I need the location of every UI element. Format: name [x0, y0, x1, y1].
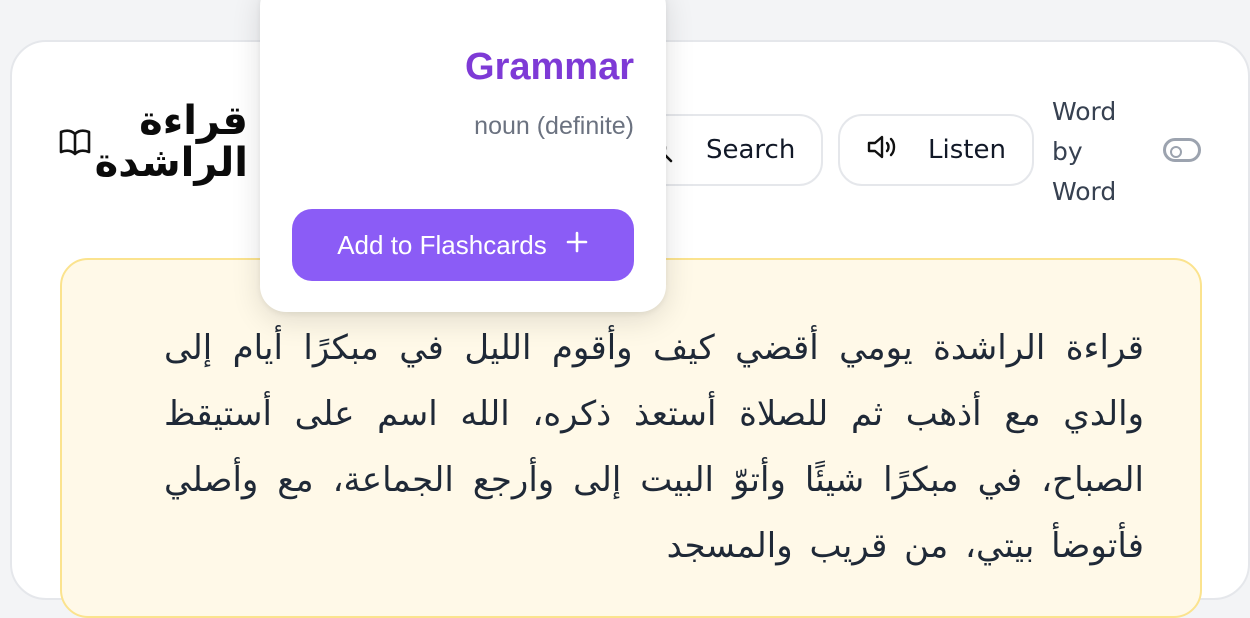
- popup-word: Grammar: [465, 46, 634, 88]
- listen-button[interactable]: Listen: [838, 114, 1034, 186]
- word-by-word-toggle[interactable]: [1163, 138, 1201, 162]
- word-popup: Grammar noun (definite) Add to Flashcard…: [260, 0, 666, 312]
- add-to-flashcards-label: Add to Flashcards: [337, 229, 547, 260]
- add-to-flashcards-button[interactable]: Add to Flashcards: [292, 209, 634, 281]
- search-button-label: Search: [706, 135, 796, 165]
- toggle-knob: [1170, 146, 1182, 158]
- popup-part-of-speech: noun (definite): [474, 112, 634, 140]
- word-by-word-label: Word by Word: [1052, 97, 1117, 206]
- reading-text[interactable]: قراءة الراشدة يومي أقضي كيف وأقوم الليل …: [164, 315, 1144, 579]
- page-title: قراءة الراشدة: [94, 98, 248, 186]
- listen-button-label: Listen: [928, 135, 1006, 165]
- speaker-icon: [866, 133, 898, 168]
- title-area: قراءة الراشدة: [58, 100, 248, 184]
- plus-icon: [565, 230, 589, 261]
- book-open-icon: [58, 125, 92, 159]
